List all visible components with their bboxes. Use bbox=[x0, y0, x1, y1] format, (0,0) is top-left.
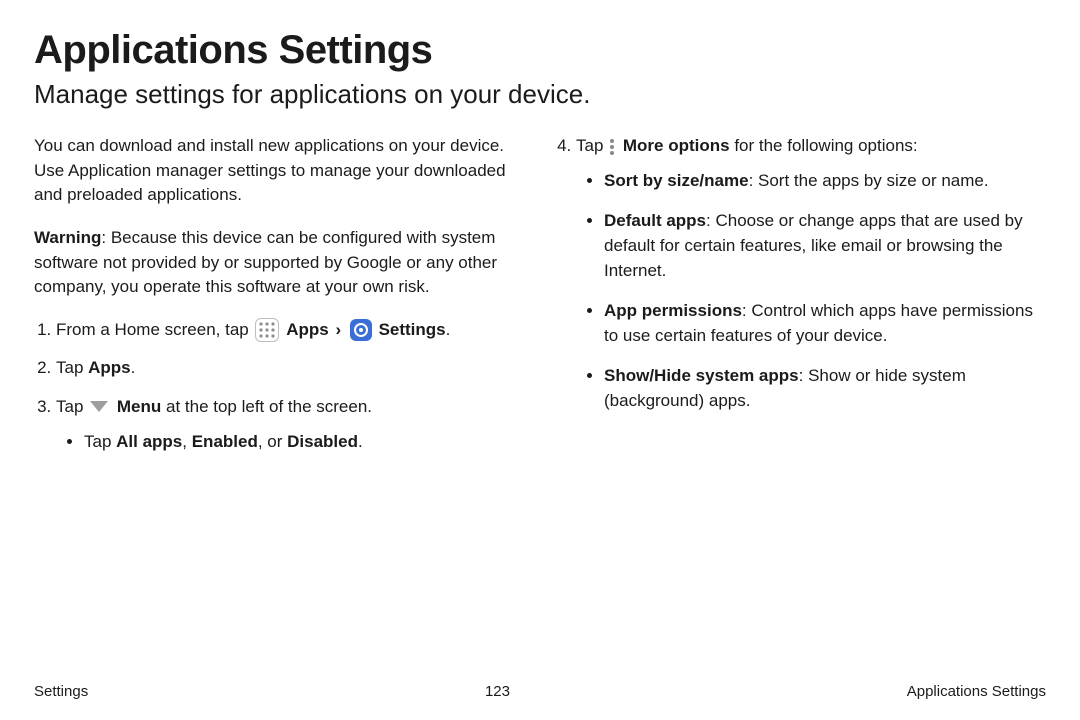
step-3-sub-prefix: Tap bbox=[84, 432, 116, 451]
step-1-chevron: › bbox=[335, 320, 345, 339]
step-2-label: Apps bbox=[88, 358, 131, 377]
step-1-suffix: . bbox=[446, 320, 451, 339]
option-default-apps: Default apps: Choose or change apps that… bbox=[604, 209, 1046, 283]
step-3-sub-item: Tap All apps, Enabled, or Disabled. bbox=[84, 430, 526, 455]
step-4-label: More options bbox=[623, 136, 730, 155]
footer-left: Settings bbox=[34, 683, 88, 700]
content-columns: You can download and install new applica… bbox=[34, 134, 1046, 673]
page-footer: Settings 123 Applications Settings bbox=[34, 683, 1046, 700]
option-default-label: Default apps bbox=[604, 211, 706, 230]
step-4: Tap More options for the following optio… bbox=[576, 134, 1046, 414]
step-3-menu-label: Menu bbox=[117, 397, 161, 416]
warning-paragraph: Warning: Because this device can be conf… bbox=[34, 226, 526, 300]
option-app-permissions: App permissions: Control which apps have… bbox=[604, 299, 1046, 348]
apps-icon bbox=[255, 318, 279, 342]
intro-text: You can download and install new applica… bbox=[34, 134, 526, 208]
step-2-prefix: Tap bbox=[56, 358, 88, 377]
step-3-sub-suffix: . bbox=[358, 432, 363, 451]
step-3-sublist: Tap All apps, Enabled, or Disabled. bbox=[56, 430, 526, 455]
option-sort-text: : Sort the apps by size or name. bbox=[749, 171, 989, 190]
step-3-sub-all: All apps bbox=[116, 432, 182, 451]
option-showhide-label: Show/Hide system apps bbox=[604, 366, 799, 385]
option-sort: Sort by size/name: Sort the apps by size… bbox=[604, 169, 1046, 194]
more-options-icon bbox=[610, 139, 614, 155]
option-sort-label: Sort by size/name bbox=[604, 171, 749, 190]
settings-icon bbox=[350, 319, 372, 341]
step-3-sub-disabled: Disabled bbox=[287, 432, 358, 451]
step-1-prefix: From a Home screen, tap bbox=[56, 320, 253, 339]
step-1-settings-label: Settings bbox=[379, 320, 446, 339]
steps-list-cont: Tap More options for the following optio… bbox=[554, 134, 1046, 414]
step-1-apps-label: Apps bbox=[286, 320, 329, 339]
step-2-suffix: . bbox=[131, 358, 136, 377]
warning-label: Warning bbox=[34, 228, 101, 247]
menu-dropdown-icon bbox=[90, 401, 108, 412]
document-page: Applications Settings Manage settings fo… bbox=[0, 0, 1080, 720]
footer-page-number: 123 bbox=[485, 683, 510, 700]
steps-list: From a Home screen, tap Apps › bbox=[34, 318, 526, 455]
page-subtitle: Manage settings for applications on your… bbox=[34, 79, 1046, 110]
option-show-hide: Show/Hide system apps: Show or hide syst… bbox=[604, 364, 1046, 413]
step-1: From a Home screen, tap Apps › bbox=[56, 318, 526, 343]
step-3-sub-comma: , bbox=[182, 432, 191, 451]
warning-body: : Because this device can be configured … bbox=[34, 228, 497, 296]
column-right: Tap More options for the following optio… bbox=[554, 134, 1046, 673]
step-3-sub-enabled: Enabled bbox=[192, 432, 258, 451]
step-3-prefix: Tap bbox=[56, 397, 88, 416]
step-3-suffix: at the top left of the screen. bbox=[161, 397, 372, 416]
footer-right: Applications Settings bbox=[907, 683, 1046, 700]
column-left: You can download and install new applica… bbox=[34, 134, 526, 673]
step-4-options: Sort by size/name: Sort the apps by size… bbox=[576, 169, 1046, 414]
step-4-prefix: Tap bbox=[576, 136, 608, 155]
step-3: Tap Menu at the top left of the screen. … bbox=[56, 395, 526, 454]
step-2: Tap Apps. bbox=[56, 356, 526, 381]
step-4-suffix: for the following options: bbox=[730, 136, 918, 155]
option-perm-label: App permissions bbox=[604, 301, 742, 320]
step-3-sub-or: , or bbox=[258, 432, 287, 451]
page-title: Applications Settings bbox=[34, 28, 1046, 73]
